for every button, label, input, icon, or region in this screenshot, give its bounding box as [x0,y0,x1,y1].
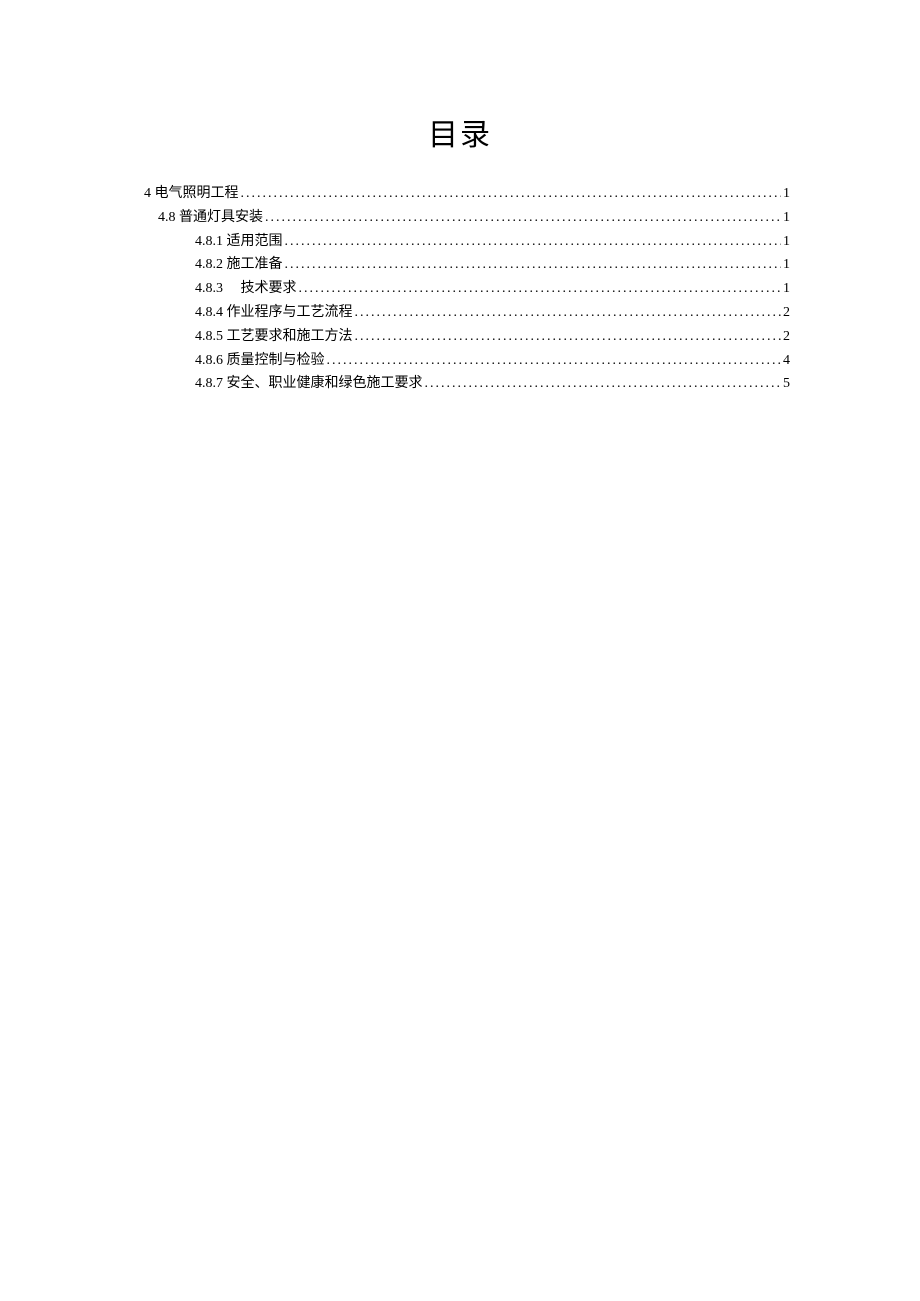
toc-leader-dots [353,325,782,349]
toc-entry-page: 1 [781,206,790,230]
toc-entry[interactable]: 4.8.7 安全、职业健康和绿色施工要求 5 [130,372,790,396]
table-of-contents: 4 电气照明工程 1 4.8 普通灯具安装 1 4.8.1 适用范围 1 4.8… [130,182,790,396]
toc-entry-page: 1 [781,230,790,254]
toc-leader-dots [325,349,782,373]
toc-entry-page: 2 [781,301,790,325]
toc-entry-page: 1 [781,253,790,277]
toc-leader-dots [263,206,781,230]
toc-entry[interactable]: 4.8.4 作业程序与工艺流程 2 [130,301,790,325]
toc-leader-dots [423,372,782,396]
toc-leader-dots [353,301,782,325]
toc-entry[interactable]: 4.8.5 工艺要求和施工方法 2 [130,325,790,349]
toc-entry-label: 4.8.3 技术要求 [195,277,297,301]
toc-entry-page: 4 [781,349,790,373]
toc-entry-page: 1 [781,277,790,301]
toc-entry[interactable]: 4.8 普通灯具安装 1 [130,206,790,230]
toc-entry-label: 4.8 普通灯具安装 [158,206,263,230]
toc-leader-dots [283,253,782,277]
toc-title: 目录 [130,110,790,154]
toc-entry-label: 4.8.5 工艺要求和施工方法 [195,325,353,349]
toc-entry[interactable]: 4.8.6 质量控制与检验 4 [130,349,790,373]
toc-entry-label: 4.8.7 安全、职业健康和绿色施工要求 [195,372,423,396]
toc-leader-dots [283,230,782,254]
toc-entry-label: 4.8.4 作业程序与工艺流程 [195,301,353,325]
toc-entry[interactable]: 4 电气照明工程 1 [130,182,790,206]
toc-leader-dots [239,182,782,206]
toc-entry-label: 4.8.2 施工准备 [195,253,283,277]
toc-entry-page: 2 [781,325,790,349]
toc-entry[interactable]: 4.8.2 施工准备 1 [130,253,790,277]
toc-entry-label: 4.8.1 适用范围 [195,230,283,254]
toc-entry[interactable]: 4.8.1 适用范围 1 [130,230,790,254]
toc-entry-label: 4.8.6 质量控制与检验 [195,349,325,373]
toc-entry-page: 1 [781,182,790,206]
toc-leader-dots [297,277,782,301]
toc-entry-page: 5 [781,372,790,396]
toc-entry[interactable]: 4.8.3 技术要求 1 [130,277,790,301]
toc-entry-label: 4 电气照明工程 [144,182,239,206]
